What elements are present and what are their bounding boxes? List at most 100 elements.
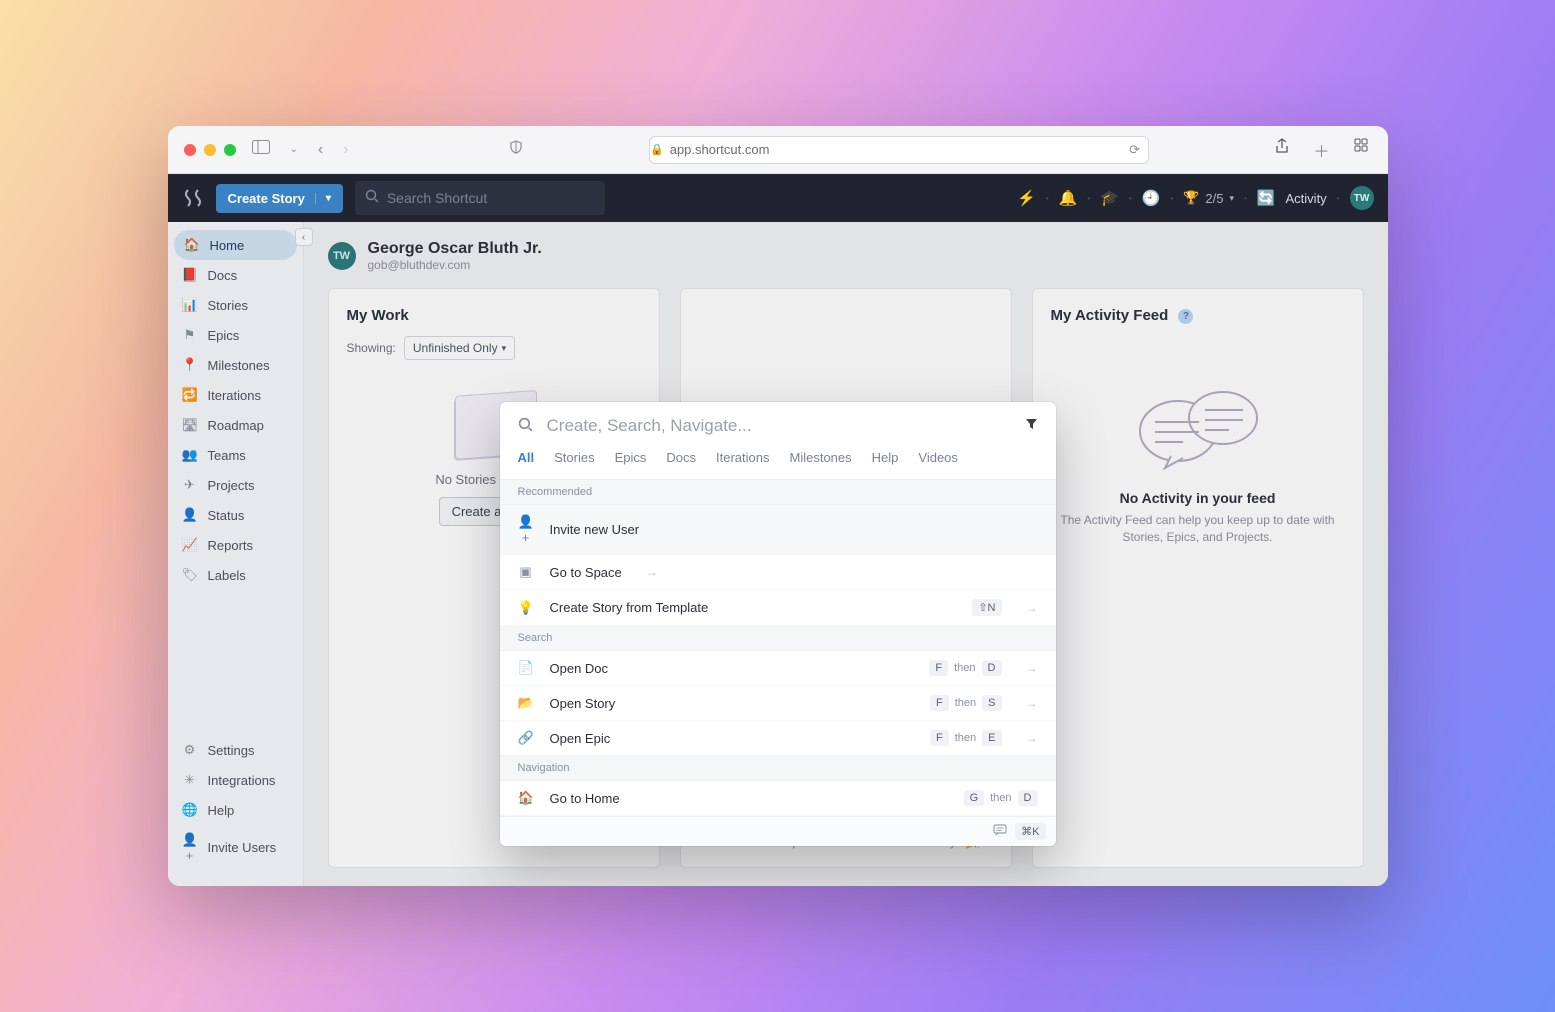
sidebar-item-label: Docs [208, 268, 238, 283]
palette-item-open-story[interactable]: 📂Open StoryFthenS→ [500, 686, 1056, 721]
sync-icon[interactable]: 🔄 [1257, 189, 1276, 207]
sidebar-toggle-icon[interactable] [248, 140, 274, 159]
create-story-button[interactable]: Create Story ▾ [216, 184, 343, 213]
user-icon: 👤 [182, 507, 198, 523]
bulb-icon: 💡 [518, 600, 534, 616]
academy-icon[interactable]: 🎓 [1100, 189, 1119, 207]
chevron-down-icon[interactable]: ⌄ [286, 144, 302, 155]
sidebar-item-roadmap[interactable]: 🛣Roadmap [168, 410, 303, 440]
palette-section-search: Search [500, 626, 1056, 651]
sidebar-item-labels[interactable]: 🏷Labels [168, 560, 303, 590]
sidebar-item-label: Status [208, 508, 245, 523]
command-palette: All Stories Epics Docs Iterations Milestones H… [500, 402, 1056, 846]
palette-tab-docs[interactable]: Docs [666, 450, 696, 469]
card-title: My Activity Feed ? [1051, 307, 1345, 324]
palette-item-go-to-space[interactable]: ▣Go to Space→ [500, 555, 1056, 590]
palette-tab-milestones[interactable]: Milestones [790, 450, 852, 469]
palette-item-label: Open Epic [550, 731, 611, 746]
app-logo-icon[interactable] [182, 187, 204, 209]
global-search-input[interactable] [387, 190, 595, 206]
sidebar-item-invite-users[interactable]: 👤+ Invite Users [168, 825, 303, 870]
caret-down-icon: ▾ [502, 343, 507, 354]
create-story-label: Create Story [228, 191, 305, 206]
activity-empty-head: No Activity in your feed [1051, 490, 1345, 506]
gear-icon: ⚙ [182, 742, 198, 758]
nav-back-icon[interactable]: ‹ [314, 141, 327, 159]
window-maximize-icon[interactable] [224, 144, 236, 156]
clock-icon[interactable]: 🕘 [1142, 189, 1161, 207]
sidebar-item-integrations[interactable]: ✳ Integrations [168, 765, 303, 795]
arrow-right-icon: → [1026, 731, 1038, 745]
kbd-key: F [930, 730, 949, 746]
sidebar-item-reports[interactable]: 📈 Reports [168, 530, 303, 560]
sidebar-item-projects[interactable]: ✈Projects [168, 470, 303, 500]
sidebar-item-status[interactable]: 👤 Status [168, 500, 303, 530]
progress-value: 2/5 [1205, 191, 1223, 206]
sidebar-item-label: Labels [208, 568, 246, 583]
palette-tab-iterations[interactable]: Iterations [716, 450, 769, 469]
palette-item-keys: FthenE [930, 730, 1002, 746]
sidebar-item-docs[interactable]: 📕Docs [168, 260, 303, 290]
sidebar-item-teams[interactable]: 👥Teams [168, 440, 303, 470]
help-icon[interactable]: ? [1178, 309, 1193, 324]
sidebar-item-label: Teams [208, 448, 246, 463]
palette-item-label: Create Story from Template [550, 600, 709, 615]
tabs-grid-icon[interactable] [1350, 138, 1372, 162]
palette-item-open-epic[interactable]: 🔗Open EpicFthenE→ [500, 721, 1056, 756]
palette-tab-help[interactable]: Help [872, 450, 899, 469]
palette-tab-all[interactable]: All [518, 450, 535, 469]
palette-item-keys: FthenD [929, 660, 1001, 676]
palette-section-navigation: Navigation [500, 756, 1056, 781]
bell-icon[interactable]: 🔔 [1059, 189, 1078, 207]
chart-icon: 📈 [182, 537, 198, 553]
share-icon[interactable] [1271, 138, 1293, 162]
nav-forward-icon[interactable]: › [339, 141, 352, 159]
progress-menu[interactable]: 🏆 2/5 ▾ [1183, 190, 1234, 206]
caret-down-icon[interactable]: ▾ [315, 193, 331, 204]
palette-item-invite-new-user[interactable]: 👤+Invite new User [500, 505, 1056, 555]
palette-tab-videos[interactable]: Videos [918, 450, 958, 469]
sidebar-item-label: Reports [208, 538, 254, 553]
card-title: My Work [347, 307, 641, 324]
palette-section-recommended: Recommended [500, 480, 1056, 505]
sidebar-item-help[interactable]: 🌐Help [168, 795, 303, 825]
url-bar[interactable]: 🔒 app.shortcut.com ⟳ [649, 136, 1149, 164]
sidebar-item-milestones[interactable]: 📍Milestones [168, 350, 303, 380]
showing-filter[interactable]: Unfinished Only ▾ [404, 336, 515, 360]
url-text: app.shortcut.com [670, 142, 770, 157]
palette-tab-stories[interactable]: Stories [554, 450, 594, 469]
user-avatar[interactable]: TW [1350, 186, 1374, 210]
filter-icon[interactable] [1025, 417, 1038, 435]
sidebar: ‹ 🏠Home📕Docs📊Stories⚑Epics📍Milestones🔁It… [168, 222, 304, 886]
sidebar-item-epics[interactable]: ⚑Epics [168, 320, 303, 350]
palette-tab-epics[interactable]: Epics [615, 450, 647, 469]
invite-icon: 👤+ [182, 832, 198, 863]
puzzle-icon: ✳ [182, 772, 198, 788]
sidebar-item-iterations[interactable]: 🔁Iterations [168, 380, 303, 410]
sidebar-collapse-button[interactable]: ‹ [295, 228, 313, 246]
new-tab-icon[interactable]: ＋ [1309, 138, 1333, 162]
sidebar-item-label: Epics [208, 328, 240, 343]
palette-item-create-story-from-template[interactable]: 💡Create Story from Template⇧N→ [500, 590, 1056, 626]
reload-icon[interactable]: ⟳ [1129, 142, 1140, 158]
sidebar-item-label: Roadmap [208, 418, 264, 433]
global-search[interactable] [355, 181, 605, 215]
activity-feed-card: My Activity Feed ? [1032, 288, 1364, 868]
sidebar-item-settings[interactable]: ⚙Settings [168, 735, 303, 765]
palette-input[interactable] [547, 416, 1011, 436]
window-close-icon[interactable] [184, 144, 196, 156]
sidebar-item-stories[interactable]: 📊Stories [168, 290, 303, 320]
sidebar-item-label: Milestones [208, 358, 270, 373]
shield-icon[interactable] [505, 140, 527, 159]
window-minimize-icon[interactable] [204, 144, 216, 156]
sidebar-item-home[interactable]: 🏠Home [174, 230, 297, 260]
feedback-icon[interactable] [993, 823, 1007, 840]
palette-item-open-doc[interactable]: 📄Open DocFthenD→ [500, 651, 1056, 686]
palette-item-go-to-home[interactable]: 🏠Go to HomeGthenD [500, 781, 1056, 816]
activity-link[interactable]: Activity [1286, 191, 1327, 206]
bolt-icon[interactable]: ⚡ [1017, 189, 1036, 207]
kbd-key: S [982, 695, 1001, 711]
window-controls [184, 144, 236, 156]
sidebar-item-label: Integrations [208, 773, 276, 788]
sidebar-item-label: Invite Users [208, 840, 277, 855]
